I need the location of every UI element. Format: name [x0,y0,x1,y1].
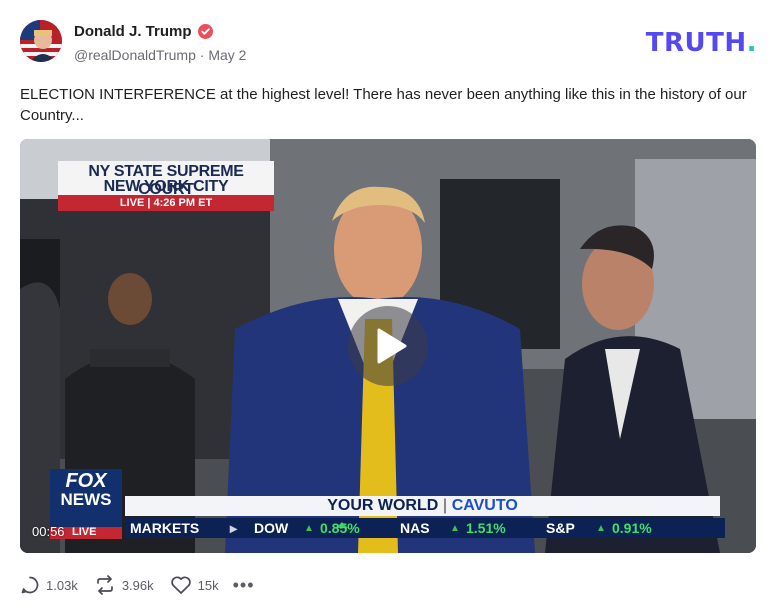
ticker-up-arrow-icon: ▲ [596,522,606,534]
show-title-divider: | [442,497,448,514]
ticker-up-arrow-icon: ▲ [450,522,460,534]
ticker-item-sp-name: S&P [546,520,575,536]
post-date[interactable]: May 2 [208,47,246,63]
more-options-icon[interactable]: ••• [233,576,255,594]
truth-post: Donald J. Trump @realDonaldTrump · May 2… [0,0,777,615]
ticker-up-arrow-icon: ▲ [304,522,314,534]
fox-logo-top: FOX [65,470,107,492]
chyron-live-row: LIVE | 4:26 PM ET [58,195,274,211]
author-meta: @realDonaldTrump · May 2 [74,47,246,63]
ticker-play-icon: ▸ [230,519,238,536]
truth-logo[interactable]: TRUTH. [646,28,757,58]
ticker-item-nas-change: 1.51% [466,520,506,536]
play-button[interactable] [348,306,428,386]
meta-separator: · [199,47,205,63]
truth-logo-dot: . [746,28,757,58]
post-actions: 1.03k 3.96k 15k ••• [20,573,255,597]
like-button[interactable]: 15k [170,575,219,595]
truth-logo-text: TRUTH [645,28,747,58]
show-title-right: CAVUTO [451,497,518,514]
fox-logo-bottom: NEWS [60,490,112,509]
chyron-time: 4:26 PM ET [153,197,213,209]
retruth-icon [96,575,113,595]
ticker-item-dow-change: 0.85% [320,520,360,536]
fox-logo-live: LIVE [72,526,97,538]
reply-icon [21,576,39,594]
video-timestamp: 00:56 [32,524,65,539]
fox-news-logo: FOX NEWS [50,471,122,509]
ticker-item-dow-name: DOW [254,520,289,536]
author-avatar[interactable] [20,20,62,62]
chyron-line2: NEW YORK CITY [103,178,229,195]
author-name-text[interactable]: Donald J. Trump [74,23,192,40]
chyron-live-label: LIVE [119,197,145,209]
ticker-item-sp-change: 0.91% [612,520,652,536]
reply-count: 1.03k [46,577,78,593]
heart-icon [170,576,191,594]
reply-button[interactable]: 1.03k [20,575,78,595]
author-handle[interactable]: @realDonaldTrump [74,47,196,63]
post-text: ELECTION INTERFERENCE at the highest lev… [20,86,747,124]
ticker-markets-label: MARKETS [130,520,200,536]
ticker-item-nas-name: NAS [400,520,430,536]
play-icon [377,328,407,364]
video-player[interactable]: NY STATE SUPREME COURT NEW YORK CITY LIV… [20,139,756,553]
show-title-bar: YOUR WORLD | CAVUTO [125,496,720,516]
show-title-left: YOUR WORLD [327,497,439,514]
verified-badge-icon [197,24,213,39]
like-count: 15k [197,577,219,593]
author-name[interactable]: Donald J. Trump [74,23,213,40]
retruth-count: 3.96k [121,577,154,593]
retruth-button[interactable]: 3.96k [94,575,154,595]
market-ticker: MARKETS ▸ DOW ▲ 0.85% NAS ▲ 1.51% S&P ▲ … [130,518,720,538]
